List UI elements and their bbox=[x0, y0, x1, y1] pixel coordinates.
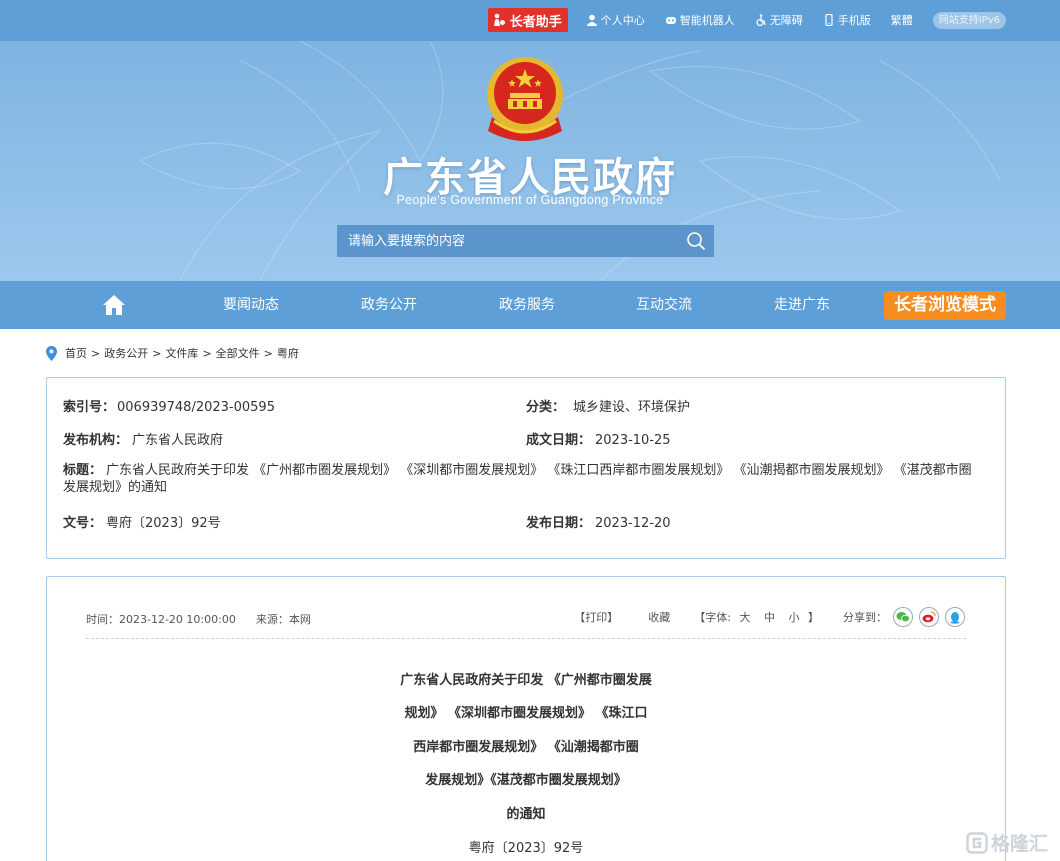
meta-issuer-label: 发布机构： bbox=[63, 433, 129, 448]
watermark: 格隆汇 bbox=[966, 829, 1048, 856]
meta-title-value: 广东省人民政府关于印发 《广州都市圈发展规划》 《深圳都市圈发展规划》 《珠江口… bbox=[63, 463, 972, 495]
print-button[interactable]: 【打印】 bbox=[574, 609, 618, 625]
article-title-line-4: 发展规划》《湛茂都市圈发展规划》 bbox=[425, 773, 627, 788]
elder-icon bbox=[493, 13, 505, 26]
breadcrumb-separator: > bbox=[152, 346, 162, 360]
share-label: 分享到： bbox=[843, 611, 887, 624]
search-button[interactable] bbox=[678, 225, 714, 257]
nav-item-about-guangdong[interactable]: 走进广东 bbox=[752, 281, 852, 329]
wechat-share-icon[interactable] bbox=[893, 607, 913, 627]
article-panel: 时间：2023-12-20 10:00:00 来源：本网 【打印】 收藏 【字体… bbox=[46, 576, 1006, 861]
accessibility-label: 无障碍 bbox=[769, 14, 803, 27]
header-banner: 广东省人民政府 People's Government of Guangdong… bbox=[0, 41, 1060, 281]
home-icon[interactable] bbox=[102, 294, 126, 316]
smart-robot-label: 智能机器人 bbox=[679, 14, 735, 27]
breadcrumb-separator: > bbox=[202, 346, 212, 360]
search-box bbox=[337, 225, 714, 257]
wheelchair-icon bbox=[756, 14, 766, 26]
site-subtitle: People's Government of Guangdong Provinc… bbox=[396, 193, 664, 207]
font-size-end: 】 bbox=[808, 611, 819, 624]
breadcrumb-home[interactable]: 首页 bbox=[65, 345, 87, 361]
article-tools: 【打印】 收藏 【字体: 大 中 小 】 分享到： bbox=[550, 603, 965, 631]
article-divider bbox=[86, 638, 966, 639]
meta-index-value: 006939748/2023-00595 bbox=[117, 400, 275, 415]
traditional-label: 繁體 bbox=[890, 14, 913, 27]
meta-published-date: 发布日期： 2023-12-20 bbox=[526, 512, 671, 531]
meta-doc-number: 文号： 粤府〔2023〕92号 bbox=[63, 512, 221, 531]
font-size-small[interactable]: 小 bbox=[789, 611, 800, 624]
source: 来源：本网 bbox=[255, 613, 311, 626]
traditional-chinese-link[interactable]: 繁體 bbox=[891, 12, 913, 28]
national-emblem-icon bbox=[487, 57, 563, 141]
nav-item-news[interactable]: 要闻动态 bbox=[201, 281, 301, 329]
article-title-line-3: 西岸都市圈发展规划》 《汕潮揭都市圈 bbox=[413, 740, 639, 755]
accessibility-link[interactable]: 无障碍 bbox=[755, 12, 803, 28]
meta-issuer-value: 广东省人民政府 bbox=[132, 433, 224, 448]
article-title-line-1: 广东省人民政府关于印发 《广州都市圈发展 bbox=[400, 673, 652, 688]
main-nav: 要闻动态 政务公开 政务服务 互动交流 走进广东 长者浏览模式 bbox=[0, 281, 1060, 329]
meta-index: 索引号： 006939748/2023-00595 bbox=[63, 396, 275, 415]
nav-item-interaction[interactable]: 互动交流 bbox=[614, 281, 714, 329]
location-pin-icon bbox=[46, 345, 57, 361]
weibo-share-icon[interactable] bbox=[919, 607, 939, 627]
elder-helper-button[interactable]: 长者助手 bbox=[487, 8, 568, 32]
meta-title: 标题： 广东省人民政府关于印发 《广州都市圈发展规划》 《深圳都市圈发展规划》 《… bbox=[63, 462, 983, 496]
article-doc-number: 粤府〔2023〕92号 bbox=[468, 841, 584, 856]
article-title-line-2: 规划》 《深圳都市圈发展规划》 《珠江口 bbox=[404, 706, 648, 721]
mobile-label: 手机版 bbox=[837, 14, 871, 27]
document-meta-panel: 索引号： 006939748/2023-00595 分类： 城乡建设、环境保护 发布… bbox=[46, 377, 1006, 559]
meta-published-value: 2023-12-20 bbox=[595, 516, 671, 531]
meta-created-label: 成文日期： bbox=[526, 433, 592, 448]
nav-item-gov-affairs-open[interactable]: 政务公开 bbox=[339, 281, 439, 329]
breadcrumb-gov-open[interactable]: 政务公开 bbox=[104, 345, 148, 361]
ipv6-badge: 网站支持IPv6 bbox=[932, 11, 1006, 29]
breadcrumb-file-library[interactable]: 文件库 bbox=[165, 345, 198, 361]
smart-robot-link[interactable]: 智能机器人 bbox=[665, 12, 735, 28]
breadcrumb-all-files[interactable]: 全部文件 bbox=[216, 345, 260, 361]
breadcrumb-separator: > bbox=[263, 346, 273, 360]
qq-share-icon[interactable] bbox=[945, 607, 965, 627]
search-input[interactable] bbox=[337, 225, 678, 257]
article-info: 时间：2023-12-20 10:00:00 来源：本网 bbox=[86, 611, 311, 627]
font-size-large[interactable]: 大 bbox=[740, 611, 751, 624]
publish-time: 时间：2023-12-20 10:00:00 bbox=[86, 613, 236, 626]
meta-published-label: 发布日期： bbox=[526, 516, 592, 531]
elder-mode-button[interactable]: 长者浏览模式 bbox=[884, 291, 1006, 320]
meta-created-value: 2023-10-25 bbox=[595, 433, 671, 448]
meta-title-label: 标题： bbox=[63, 463, 103, 478]
font-size-medium[interactable]: 中 bbox=[764, 611, 775, 624]
robot-icon bbox=[665, 17, 676, 24]
breadcrumb: 首页 > 政务公开 > 文件库 > 全部文件 > 粤府 bbox=[46, 345, 299, 361]
font-size-selector: 【字体: 大 中 小 】 bbox=[694, 609, 819, 625]
meta-issuer: 发布机构： 广东省人民政府 bbox=[63, 429, 223, 448]
mobile-icon bbox=[825, 14, 833, 26]
font-size-label: 【字体: bbox=[694, 611, 731, 624]
gelonghui-logo-icon bbox=[966, 831, 988, 854]
meta-category-label: 分类： bbox=[526, 400, 566, 415]
favorite-button[interactable]: 收藏 bbox=[648, 609, 670, 625]
search-icon bbox=[687, 232, 706, 251]
breadcrumb-yuefu[interactable]: 粤府 bbox=[277, 345, 299, 361]
user-icon bbox=[586, 14, 598, 26]
top-bar: 长者助手 个人中心 智能机器人 无障碍 手机版 繁體 网站支持IPv6 bbox=[0, 0, 1060, 41]
meta-docno-label: 文号： bbox=[63, 516, 103, 531]
meta-index-label: 索引号： bbox=[63, 400, 116, 415]
breadcrumb-separator: > bbox=[91, 346, 101, 360]
article-title-line-5: 的通知 bbox=[506, 807, 546, 822]
watermark-text: 格隆汇 bbox=[991, 833, 1049, 855]
mobile-link[interactable]: 手机版 bbox=[823, 12, 871, 28]
meta-docno-value: 粤府〔2023〕92号 bbox=[106, 516, 221, 531]
personal-center-link[interactable]: 个人中心 bbox=[586, 12, 645, 28]
meta-category: 分类： 城乡建设、环境保护 bbox=[526, 396, 690, 415]
elder-helper-label: 长者助手 bbox=[509, 14, 562, 30]
nav-item-gov-services[interactable]: 政务服务 bbox=[477, 281, 577, 329]
meta-category-value: 城乡建设、环境保护 bbox=[573, 400, 691, 415]
meta-created-date: 成文日期： 2023-10-25 bbox=[526, 429, 671, 448]
personal-center-label: 个人中心 bbox=[600, 14, 645, 27]
